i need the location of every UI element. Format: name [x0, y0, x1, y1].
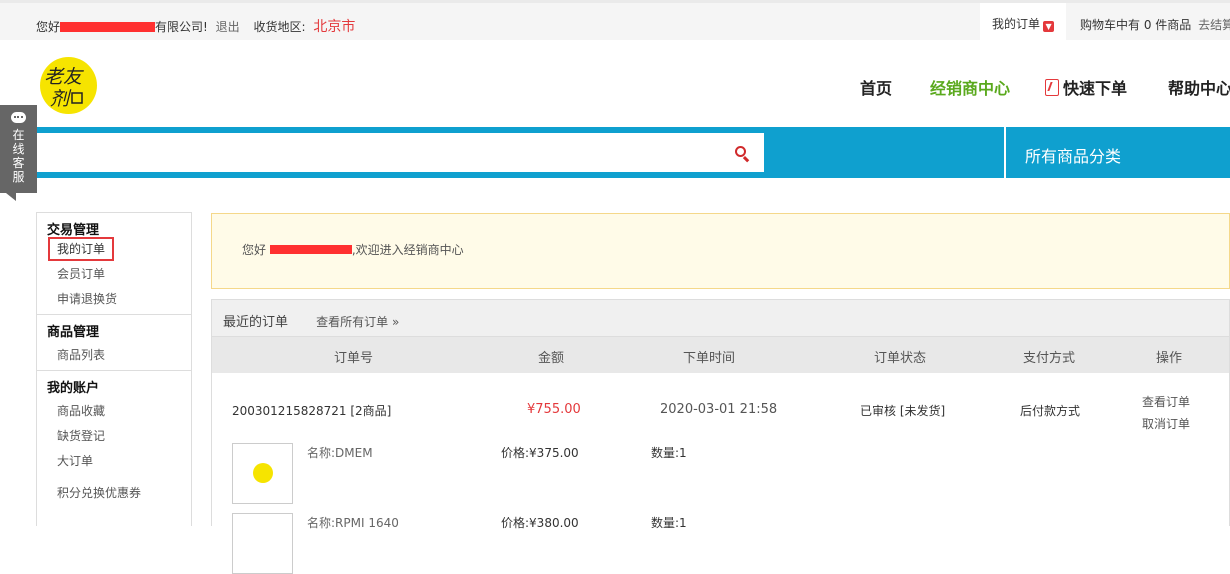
nav-dealer-center[interactable]: 经销商中心 — [930, 75, 1010, 99]
search-icon — [735, 146, 746, 157]
logo-text-2: 剂 — [50, 88, 72, 110]
sidebar-item-product-list[interactable]: 商品列表 — [37, 343, 191, 368]
online-service-char: 服 — [12, 170, 25, 184]
order-number[interactable]: 200301215828721 [2商品] — [232, 402, 391, 419]
product-image — [253, 463, 273, 483]
sidebar-section-title: 我的账户 — [47, 381, 100, 396]
product-thumbnail[interactable] — [232, 443, 293, 504]
view-all-orders-link[interactable]: 查看所有订单 » — [316, 315, 399, 329]
logo-text-1: 老友 — [44, 66, 84, 88]
item-quantity: 数量:1 — [651, 446, 687, 460]
cancel-order-link[interactable]: 取消订单 — [1142, 415, 1190, 432]
order-amount: ¥755.00 — [527, 402, 581, 417]
orders-title: 最近的订单 — [223, 315, 289, 330]
order-status: 已审核 [未发货] — [860, 404, 946, 418]
my-orders-label: 我的订单 — [992, 17, 1041, 31]
column-amount: 金额 — [538, 351, 565, 366]
sidebar-item-out-of-stock[interactable]: 缺货登记 — [37, 424, 191, 449]
redacted-company — [60, 22, 156, 32]
item-quantity: 数量:1 — [651, 516, 687, 530]
checkout-link[interactable]: 去结算 — [1198, 18, 1230, 32]
welcome-banner: 您好 ,欢迎进入经销商中心 — [211, 213, 1230, 289]
product-thumbnail[interactable] — [232, 513, 293, 574]
column-actions: 操作 — [1156, 351, 1183, 366]
item-price: 价格:¥375.00 — [501, 446, 579, 460]
chevron-down-icon: ▼ — [1043, 21, 1055, 32]
user-greeting: 您好 有限公司! 退出 收货地区: 北京市 — [36, 16, 355, 36]
sidebar-item-favorites[interactable]: 商品收藏 — [37, 399, 191, 424]
recent-orders-panel: 最近的订单 查看所有订单 » 订单号 金额 下单时间 订单状态 支付方式 操作 … — [211, 299, 1230, 574]
sidebar: 交易管理 我的订单 会员订单 申请退换货 商品管理 商品列表 我的账户 商品收藏… — [36, 212, 192, 526]
greeting-suffix: 有限公司! — [155, 20, 208, 34]
logo[interactable]: 老友 剂 — [40, 57, 97, 114]
nav-home[interactable]: 首页 — [860, 75, 892, 99]
cart-summary: 购物车中有 0 件商品 去结算 — [1080, 16, 1230, 33]
online-service-tab[interactable]: 在 线 客 服 — [0, 105, 37, 201]
item-name: 名称:RPMI 1640 — [307, 516, 399, 530]
region-selector[interactable]: 北京市 — [313, 19, 355, 35]
my-orders-dropdown[interactable]: 我的订单 ▼ — [980, 3, 1066, 40]
cart-text: 购物车中有 0 件商品 — [1080, 18, 1192, 32]
sidebar-item-label: 我的订单 — [48, 237, 115, 261]
payment-method: 后付款方式 — [1020, 404, 1081, 418]
item-name: 名称:DMEM — [307, 446, 373, 460]
order-time: 2020-03-01 21:58 — [660, 402, 778, 417]
column-order-status: 订单状态 — [874, 351, 927, 366]
chat-bubble-icon — [11, 112, 26, 123]
nav-quick-order[interactable]: 快速下单 — [1045, 75, 1127, 99]
sidebar-item-returns[interactable]: 申请退换货 — [37, 287, 191, 312]
nav-help-center[interactable]: 帮助中心 — [1168, 75, 1230, 99]
region-label: 收货地区: — [253, 20, 306, 34]
view-order-link[interactable]: 查看订单 — [1142, 393, 1190, 410]
top-bar: 您好 有限公司! 退出 收货地区: 北京市 我的订单 ▼ 购物车中有 0 件商品 去… — [0, 0, 1230, 40]
tab-tail — [6, 193, 16, 201]
online-service-char: 线 — [12, 142, 25, 156]
sidebar-section-title: 商品管理 — [47, 325, 100, 340]
sidebar-item-my-orders[interactable]: 我的订单 — [37, 237, 191, 262]
sidebar-item-large-order[interactable]: 大订单 — [37, 449, 191, 474]
online-service-char: 在 — [12, 128, 25, 142]
lightning-icon — [1045, 79, 1059, 96]
online-service-char: 客 — [12, 156, 25, 170]
logout-link[interactable]: 退出 — [216, 20, 240, 34]
column-order-number: 订单号 — [334, 351, 374, 366]
nav-quick-order-label: 快速下单 — [1063, 79, 1128, 98]
orders-column-header: 订单号 金额 下单时间 订单状态 支付方式 操作 — [212, 337, 1229, 373]
item-price: 价格:¥380.00 — [501, 516, 579, 530]
column-payment-method: 支付方式 — [1023, 351, 1076, 366]
column-order-time: 下单时间 — [683, 351, 736, 366]
search-band: 所有商品分类 — [36, 127, 1230, 178]
search-button[interactable] — [730, 133, 764, 172]
sidebar-item-points-coupon[interactable]: 积分兑换优惠券 — [37, 481, 191, 506]
sidebar-section-title: 交易管理 — [47, 223, 100, 238]
greeting-prefix: 您好 — [36, 20, 61, 34]
sidebar-item-member-orders[interactable]: 会员订单 — [37, 262, 191, 287]
welcome-suffix: ,欢迎进入经销商中心 — [351, 243, 464, 257]
all-categories-menu[interactable]: 所有商品分类 — [1004, 127, 1230, 178]
search-input[interactable] — [36, 133, 730, 172]
redacted-user — [269, 245, 352, 254]
orders-header: 最近的订单 查看所有订单 » — [212, 300, 1229, 337]
welcome-prefix: 您好 — [242, 243, 267, 257]
